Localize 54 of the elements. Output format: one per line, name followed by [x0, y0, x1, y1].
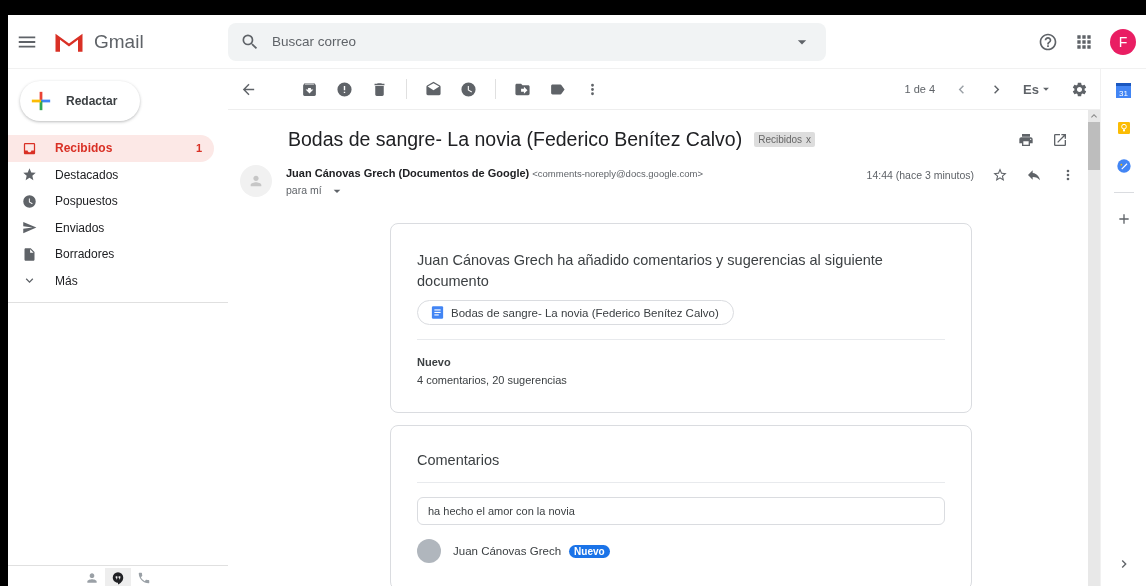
remove-label-button[interactable]: x	[804, 132, 816, 147]
app-name: Gmail	[94, 30, 144, 53]
sender-name: Juan Cánovas Grech (Documentos de Google)	[286, 167, 530, 179]
calendar-icon[interactable]: 31	[1116, 83, 1131, 98]
scrollbar[interactable]	[1088, 110, 1100, 586]
sidebar-item[interactable]: Más	[8, 267, 214, 294]
clock-icon[interactable]	[460, 80, 477, 98]
phone-icon	[137, 571, 151, 585]
sidebar-item[interactable]: Enviados	[8, 214, 214, 241]
open-in-new-window-icon[interactable]	[1052, 131, 1068, 148]
email-subject: Bodas de sangre- La novia (Federico Benítez Calvo)	[288, 128, 743, 151]
archive-icon[interactable]	[301, 80, 318, 98]
new-badge: Nuevo	[569, 544, 610, 558]
recipient-label: para mí	[286, 184, 322, 196]
label-chip: Recibidos	[754, 132, 805, 147]
pagination-count: 1 de 4	[904, 83, 936, 95]
sidebar-item[interactable]: Borradores	[8, 241, 214, 268]
commenter-avatar	[417, 539, 441, 563]
search-bar[interactable]: Buscar correo	[228, 22, 826, 61]
check-pencil-icon[interactable]	[1115, 158, 1132, 174]
clock-icon	[22, 193, 37, 209]
reply-icon[interactable]	[1026, 167, 1042, 183]
sidebar-item[interactable]: Recibidos 1	[8, 135, 214, 162]
quoted-text: ha hecho el amor con la novia	[417, 497, 945, 525]
new-counts: 4 comentarios, 20 sugerencias	[417, 374, 568, 386]
compose-button[interactable]: Redactar	[20, 81, 140, 121]
file-icon	[22, 246, 37, 262]
sidebar-item[interactable]: Pospuestos	[8, 188, 214, 215]
comments-heading: Comentarios	[417, 452, 501, 468]
notification-text: Juan Cánovas Grech ha añadido comentarios y sugerencias al siguiente documento	[417, 251, 884, 291]
star-icon	[22, 167, 37, 183]
search-field[interactable]: Buscar correo	[270, 33, 782, 50]
settings-icon[interactable]	[1071, 80, 1088, 98]
hangouts-tab[interactable]	[105, 568, 131, 586]
help-icon[interactable]	[1038, 31, 1058, 52]
spam-report-icon[interactable]	[336, 80, 353, 98]
message-time: 14:44 (hace 3 minutos)	[866, 168, 974, 181]
sidebar-item[interactable]: Destacados	[8, 161, 214, 188]
scrollbar-thumb[interactable]	[1088, 122, 1100, 170]
new-heading: Nuevo	[417, 356, 452, 368]
star-icon[interactable]	[992, 167, 1008, 183]
send-icon	[22, 220, 37, 236]
inbox-icon	[22, 140, 37, 156]
open-envelope-icon[interactable]	[425, 80, 442, 98]
plus-icon	[30, 90, 52, 112]
account-avatar[interactable]: F	[1110, 28, 1136, 55]
person-icon	[85, 571, 99, 585]
commenter-name: Juan Cánovas Grech	[453, 545, 562, 557]
print-icon[interactable]	[1018, 131, 1034, 148]
chat-bubble-icon	[111, 571, 125, 585]
sender-avatar	[240, 165, 272, 197]
sender-email: <comments-noreply@docs.google.com>	[532, 167, 703, 179]
input-tools-button[interactable]: Es	[1023, 81, 1053, 97]
document-icon	[430, 305, 445, 320]
